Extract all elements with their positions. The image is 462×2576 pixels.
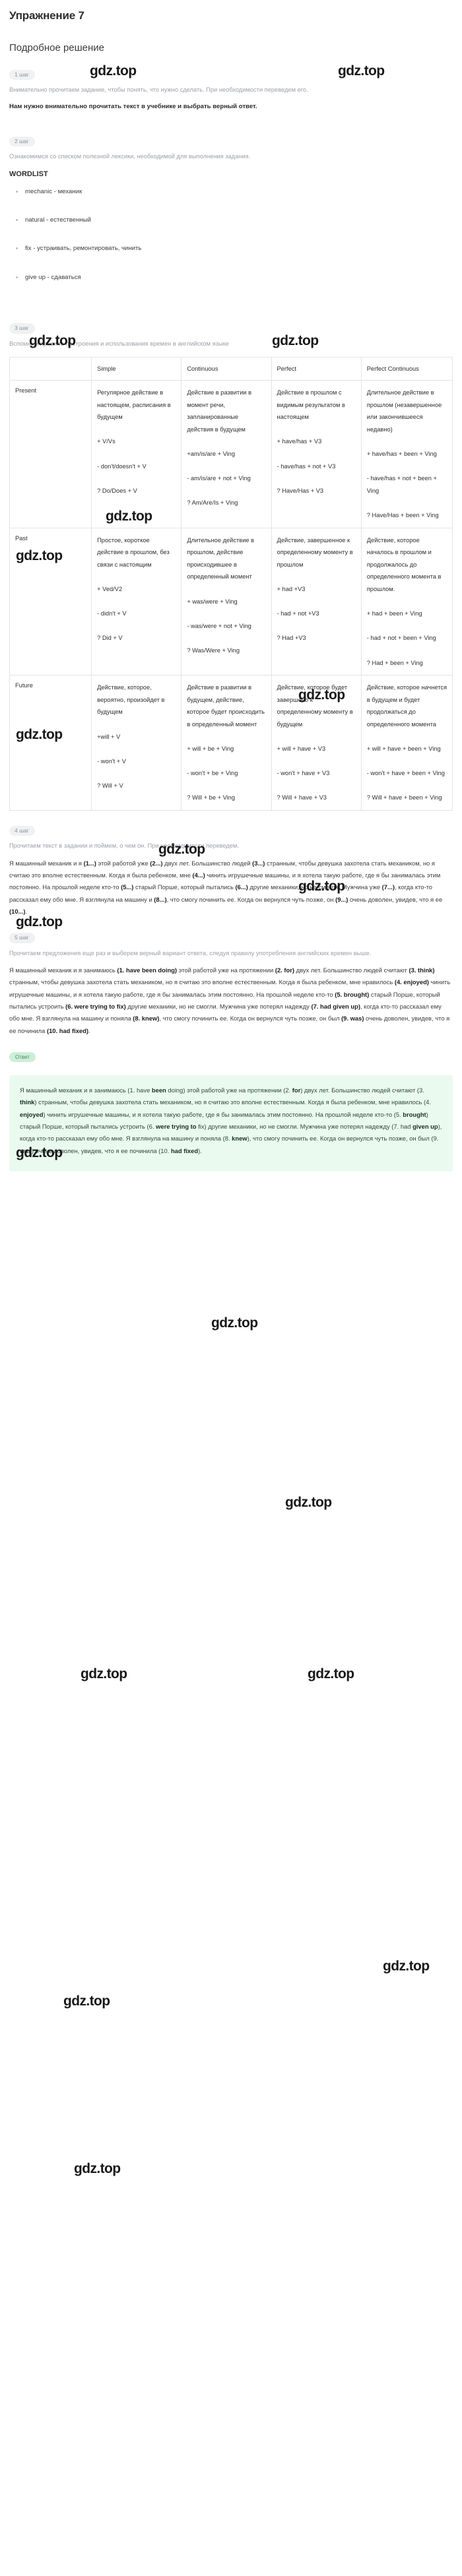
step-4-text: Я машинный механик и я (1...) этой работ… xyxy=(9,859,443,915)
answer-badge: Ответ xyxy=(9,1052,36,1062)
answer-text: Я машинный механик и я занимаюсь (1. hav… xyxy=(20,1086,442,1154)
wordlist-title: WORDLIST xyxy=(9,170,48,178)
cell-present-perfect-continuous: Длительное действие в прошлом (незаверше… xyxy=(360,380,453,528)
cell-past-continuous: Длительное действие в прошлом, действие … xyxy=(181,527,272,676)
list-item: mechanic - механик xyxy=(13,187,453,196)
cell-past-perfect: Действие, завершенное к определенному мо… xyxy=(271,527,362,676)
cell-future-simple: Действие, которое, вероятно, произойдет … xyxy=(91,675,182,811)
step-badge-3: 3 шаг xyxy=(9,323,35,334)
cell-present-perfect: Действие в прошлом с видимым результатом… xyxy=(271,380,362,528)
list-item: natural - естественный xyxy=(13,216,453,224)
step-5-section: 5 шаг Прочитаем предложения еще раз и вы… xyxy=(9,931,453,1037)
tenses-table: Simple Continuous Perfect Perfect Contin… xyxy=(9,356,453,811)
page-title: Упражнение 7 xyxy=(9,9,84,22)
step-3-section: 3 шаг Вспомним правило построения и испо… xyxy=(9,321,453,811)
step-badge-4: 4 шаг xyxy=(9,826,35,836)
step-badge-2: 2 шаг xyxy=(9,136,35,147)
column-header-continuous: Continuous xyxy=(181,356,272,381)
table-row: Present Регулярное действие в настоящем,… xyxy=(9,380,453,528)
table-corner-cell xyxy=(9,356,92,381)
cell-past-simple: Простое, короткое действие в прошлом, бе… xyxy=(91,527,182,676)
step-badge-1: 1 шаг xyxy=(9,70,35,80)
watermark: gdz.top xyxy=(383,1959,430,1974)
row-header-past: Past xyxy=(9,527,92,676)
watermark: gdz.top xyxy=(81,1666,127,1681)
column-header-perfect-continuous: Perfect Continuous xyxy=(360,356,453,381)
cell-present-simple: Регулярное действие в настоящем, расписа… xyxy=(91,380,182,528)
watermark: gdz.top xyxy=(308,1666,354,1681)
cell-future-perfect: Действие, которое будет завершено к опре… xyxy=(271,675,362,811)
table-row: Future Действие, которое, вероятно, прои… xyxy=(9,675,453,811)
list-item: give up - сдаваться xyxy=(13,273,453,282)
step-2-instruction: Ознакомимся со списком полезной лексики,… xyxy=(9,153,251,160)
row-header-future: Future xyxy=(9,675,92,811)
cell-present-continuous: Действие в развитии в момент речи, запла… xyxy=(181,380,272,528)
step-1-answer-note: Нам нужно внимательно прочитать текст в … xyxy=(9,102,257,110)
list-item: fix - устраивать, ремонтировать, чинить xyxy=(13,244,453,253)
watermark: gdz.top xyxy=(211,1315,258,1331)
table-row: Past Простое, короткое действие в прошло… xyxy=(9,527,453,676)
cell-past-perfect-continuous: Действие, которое началось в прошлом и п… xyxy=(360,527,453,676)
step-badge-5: 5 шаг xyxy=(9,933,35,943)
wordlist: mechanic - механик natural - естественны… xyxy=(9,187,453,282)
row-header-present: Present xyxy=(9,380,92,528)
step-5-text: Я машинный механик и я занимаюсь (1. hav… xyxy=(9,966,451,1034)
solution-heading: Подробное решение xyxy=(9,42,105,53)
cell-future-perfect-continuous: Действие, которое начнется в будущем и б… xyxy=(360,675,453,811)
step-3-instruction: Вспомним правило построения и использова… xyxy=(9,340,229,347)
step-1-section: 1 шаг Внимательно прочитаем задание, что… xyxy=(9,68,453,112)
cell-future-continuous: Действие в развитии в будущем, действие,… xyxy=(181,675,272,811)
watermark: gdz.top xyxy=(285,1495,332,1510)
watermark: gdz.top xyxy=(74,2161,121,2176)
step-1-instruction: Внимательно прочитаем задание, чтобы пон… xyxy=(9,86,308,94)
solution-page: Упражнение 7 Подробное решение 1 шаг Вни… xyxy=(0,9,462,1185)
watermark: gdz.top xyxy=(63,1994,110,2009)
column-header-perfect: Perfect xyxy=(271,356,362,381)
step-4-section: 4 шаг Прочитаем текст в задании и поймем… xyxy=(9,824,453,918)
answer-section: Ответ Я машинный механик и я занимаюсь (… xyxy=(9,1050,453,1172)
step-4-instruction: Прочитаем текст в задании и поймем, о че… xyxy=(9,842,239,850)
answer-box: Я машинный механик и я занимаюсь (1. hav… xyxy=(9,1075,453,1172)
table-header-row: Simple Continuous Perfect Perfect Contin… xyxy=(9,356,453,381)
column-header-simple: Simple xyxy=(91,356,182,381)
step-5-instruction: Прочитаем предложения еще раз и выберем … xyxy=(9,949,372,957)
step-2-section: 2 шаг Ознакомимся со списком полезной ле… xyxy=(9,135,453,282)
